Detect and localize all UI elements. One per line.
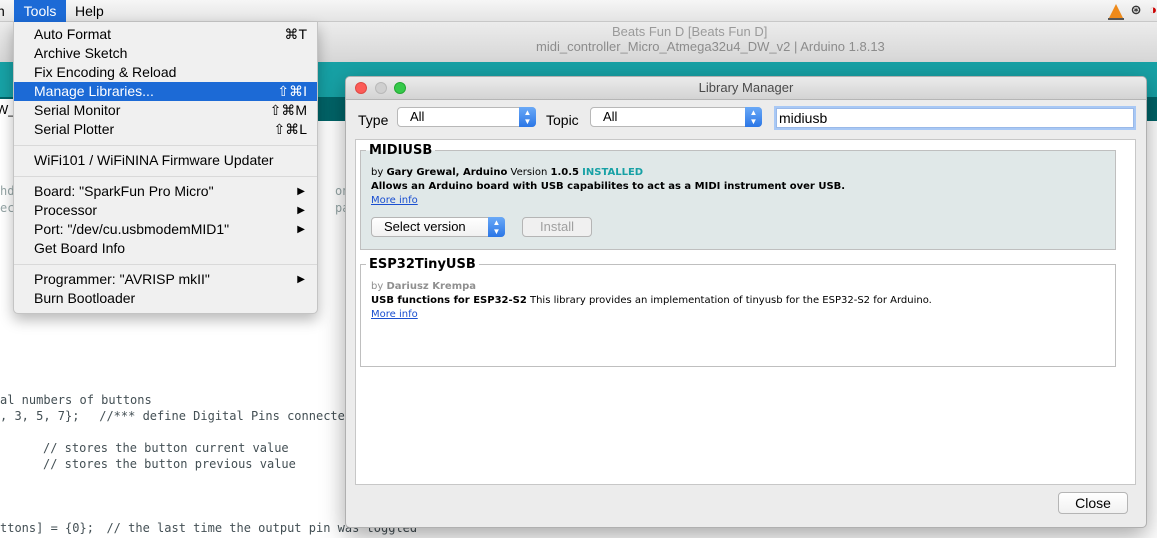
- menu-item-board[interactable]: Board: "SparkFun Pro Micro" ▶: [14, 182, 317, 201]
- library-summary: USB functions for ESP32-S2: [371, 295, 527, 306]
- vlc-cone-icon[interactable]: [1107, 3, 1124, 20]
- menu-item-label: Burn Bootloader: [34, 290, 136, 306]
- menu-item-label: Board: "SparkFun Pro Micro": [34, 183, 214, 199]
- menu-item-serial-plotter[interactable]: Serial Plotter ⇧⌘L: [14, 120, 317, 139]
- menu-item-label: Get Board Info: [34, 240, 126, 256]
- menu-item-auto-format[interactable]: Auto Format ⌘T: [14, 25, 317, 44]
- library-manager-title: Library Manager: [698, 80, 794, 95]
- select-version-dropdown[interactable]: Select version ▲ ▼: [371, 217, 505, 237]
- type-label: Type: [358, 112, 389, 128]
- menu-item-programmer[interactable]: Programmer: "AVRISP mkII" ▶: [14, 270, 317, 289]
- creative-cloud-icon[interactable]: ⊛: [1131, 2, 1142, 18]
- code-comment: // stores the button previous value: [43, 457, 296, 471]
- ide-title-behind: Beats Fun D [Beats Fun D]: [612, 24, 768, 39]
- submenu-arrow-icon: ▶: [297, 186, 305, 197]
- menu-item-label: Serial Plotter: [34, 121, 115, 137]
- library-manager-titlebar[interactable]: Library Manager: [346, 77, 1146, 100]
- filter-row: Type All ▲ ▼ Topic All ▲ ▼: [346, 99, 1146, 139]
- menu-tools[interactable]: Tools: [14, 0, 66, 22]
- installed-badge: INSTALLED: [582, 167, 644, 178]
- type-select[interactable]: All ▲ ▼: [397, 107, 536, 127]
- menu-item-serial-monitor[interactable]: Serial Monitor ⇧⌘M: [14, 101, 317, 120]
- library-entry-esp32tinyusb[interactable]: ESP32TinyUSB by Dariusz Krempa USB funct…: [360, 257, 1116, 367]
- menu-item-label: Manage Libraries...: [34, 83, 154, 99]
- by-label: by: [371, 281, 384, 292]
- version-label: Version: [510, 167, 548, 178]
- status-icons: ⊛ ◑: [1105, 2, 1157, 20]
- more-info-link[interactable]: More info: [371, 309, 418, 320]
- more-info-link[interactable]: More info: [371, 195, 418, 206]
- extension-icon[interactable]: ◑: [1149, 2, 1157, 17]
- library-description: This library provides an implementation …: [526, 295, 932, 306]
- library-author: Gary Grewal, Arduino: [386, 167, 508, 178]
- library-author: Dariusz Krempa: [386, 281, 477, 292]
- menu-item-archive-sketch[interactable]: Archive Sketch: [14, 44, 317, 63]
- menu-item-shortcut: ⌘T: [284, 26, 307, 42]
- menu-item-label: Fix Encoding & Reload: [34, 64, 177, 80]
- menu-item-get-board-info[interactable]: Get Board Info: [14, 239, 317, 258]
- library-description-line: USB functions for ESP32-S2 This library …: [371, 295, 932, 306]
- topic-select-value: All: [603, 109, 618, 124]
- menu-bar: n Tools Help ⊛ ◑: [0, 0, 1157, 22]
- menu-item-manage-libraries[interactable]: Manage Libraries... ⇧⌘I: [14, 82, 317, 101]
- library-meta-line: by Dariusz Krempa: [371, 281, 476, 292]
- select-stepper-icon: ▲ ▼: [519, 107, 536, 127]
- menu-item-firmware-updater[interactable]: WiFi101 / WiFiNINA Firmware Updater: [14, 151, 317, 170]
- topic-label: Topic: [546, 112, 579, 128]
- ide-window-title: midi_controller_Micro_Atmega32u4_DW_v2 |…: [536, 39, 885, 54]
- code-line: ttons] = {0};: [0, 521, 94, 535]
- submenu-arrow-icon: ▶: [297, 274, 305, 285]
- tools-dropdown-menu: Auto Format ⌘T Archive Sketch Fix Encodi…: [13, 22, 318, 314]
- library-description: Allows an Arduino board with USB capabil…: [371, 181, 846, 192]
- menu-item-port[interactable]: Port: "/dev/cu.usbmodemMID1" ▶: [14, 220, 317, 239]
- type-select-value: All: [410, 109, 425, 124]
- menu-item-label: Archive Sketch: [34, 45, 128, 61]
- menu-item-label: Auto Format: [34, 26, 112, 42]
- code-comment: // stores the button current value: [43, 441, 289, 455]
- library-name: MIDIUSB: [366, 143, 436, 158]
- select-version-label: Select version: [384, 219, 466, 234]
- library-results-list[interactable]: MIDIUSB by Gary Grewal, Arduino Version …: [355, 139, 1136, 485]
- submenu-arrow-icon: ▶: [297, 224, 305, 235]
- library-search-input[interactable]: [776, 108, 1134, 128]
- menu-item-shortcut: ⇧⌘M: [269, 102, 307, 118]
- library-entry-midiusb[interactable]: MIDIUSB by Gary Grewal, Arduino Version …: [360, 143, 1116, 250]
- library-version: 1.0.5: [550, 167, 579, 178]
- menu-separator: [14, 264, 317, 265]
- topic-select[interactable]: All ▲ ▼: [590, 107, 762, 127]
- menu-separator: [14, 145, 317, 146]
- menu-partial-item[interactable]: n: [0, 2, 5, 20]
- code-comment: //*** define Digital Pins connected f: [92, 409, 367, 423]
- menu-separator: [14, 176, 317, 177]
- menu-item-label: Serial Monitor: [34, 102, 121, 118]
- submenu-arrow-icon: ▶: [297, 205, 305, 216]
- library-meta-line: by Gary Grewal, Arduino Version 1.0.5 IN…: [371, 167, 643, 178]
- menu-item-label: Processor: [34, 202, 98, 218]
- code-line: al numbers of buttons: [0, 393, 152, 407]
- menu-item-label: Programmer: "AVRISP mkII": [34, 271, 210, 287]
- menu-item-processor[interactable]: Processor ▶: [14, 201, 317, 220]
- menu-item-burn-bootloader[interactable]: Burn Bootloader: [14, 289, 317, 308]
- ide-sketch-tab[interactable]: W_: [0, 99, 16, 121]
- library-manager-window: Library Manager Type All ▲ ▼ Topic All ▲ ▼…: [345, 76, 1147, 528]
- menu-item-shortcut: ⇧⌘L: [273, 121, 307, 137]
- install-button[interactable]: Install: [522, 217, 592, 237]
- menu-help[interactable]: Help: [75, 2, 104, 20]
- select-stepper-icon: ▲ ▼: [745, 107, 762, 127]
- by-label: by: [371, 167, 384, 178]
- menu-item-fix-encoding[interactable]: Fix Encoding & Reload: [14, 63, 317, 82]
- menu-item-label: Port: "/dev/cu.usbmodemMID1": [34, 221, 230, 237]
- library-name: ESP32TinyUSB: [366, 257, 479, 272]
- menu-item-label: WiFi101 / WiFiNINA Firmware Updater: [34, 152, 274, 168]
- select-stepper-icon: ▲ ▼: [488, 217, 505, 237]
- menu-item-shortcut: ⇧⌘I: [277, 83, 307, 99]
- close-button[interactable]: Close: [1058, 492, 1128, 514]
- code-line: , 3, 5, 7};: [0, 409, 80, 423]
